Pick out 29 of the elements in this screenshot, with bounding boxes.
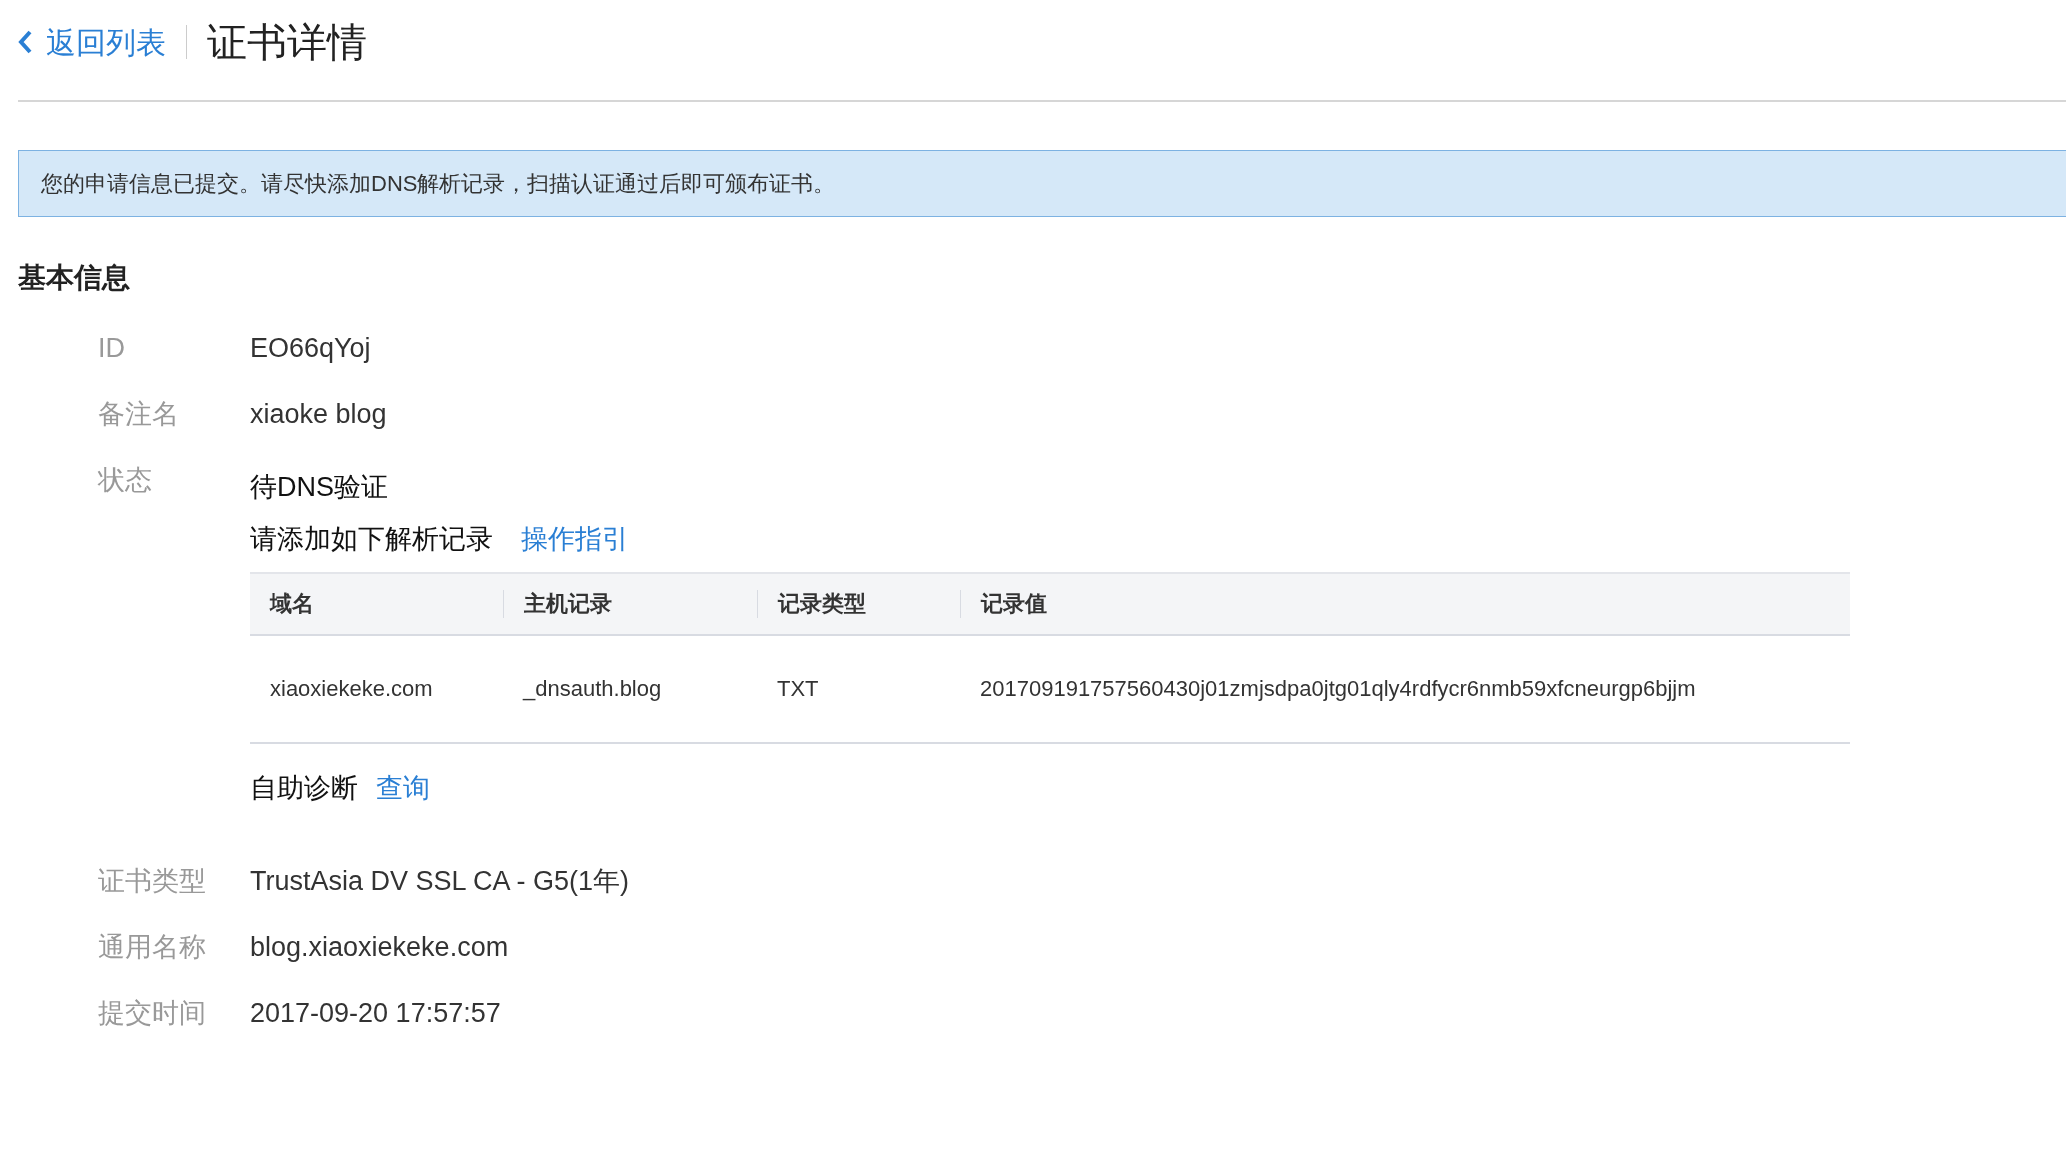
field-value: xiaoke blog <box>250 397 387 431</box>
field-value: TrustAsia DV SSL CA - G5(1年) <box>250 864 630 898</box>
chevron-left-icon <box>18 30 32 54</box>
query-link[interactable]: 查询 <box>376 767 430 808</box>
diagnose-label: 自助诊断 <box>250 771 358 805</box>
back-link[interactable]: 返回列表 <box>18 19 166 65</box>
table-cell-text: _dnsauth.blog <box>523 675 662 703</box>
field-label: 通用名称 <box>97 930 207 964</box>
field-label: 备注名 <box>97 397 180 431</box>
table-cell-text: TXT <box>777 675 819 703</box>
section-title: 基本信息 <box>18 261 131 295</box>
column-header: 记录类型 <box>778 590 866 618</box>
notice-text: 您的申请信息已提交。请尽快添加DNS解析记录，扫描认证通过后即可颁布证书。 <box>41 170 836 198</box>
column-header: 主机记录 <box>524 590 612 618</box>
table-cell-text: xiaoxiekeke.com <box>270 675 433 703</box>
field-value: blog.xiaoxiekeke.com <box>250 930 509 964</box>
status-value: 待DNS验证 <box>250 471 388 504</box>
column-header: 域名 <box>270 590 314 618</box>
guide-link[interactable]: 操作指引 <box>521 519 629 560</box>
instruction-text: 请添加如下解析记录 <box>250 523 493 556</box>
column-header: 记录值 <box>981 590 1047 618</box>
field-label: 证书类型 <box>97 864 207 898</box>
field-label: ID <box>97 331 126 365</box>
field-label: 状态 <box>96 464 153 497</box>
page-title: 证书详情 <box>207 19 367 66</box>
table-cell-text: 201709191757560430j01zmjsdpa0jtg01qly4rdfycr6nmb59xfcneurgp6bjjm <box>980 675 1696 703</box>
field-value: EO66qYoj <box>250 331 371 365</box>
field-label: 提交时间 <box>97 996 207 1030</box>
field-value: 2017-09-20 17:57:57 <box>250 996 501 1030</box>
